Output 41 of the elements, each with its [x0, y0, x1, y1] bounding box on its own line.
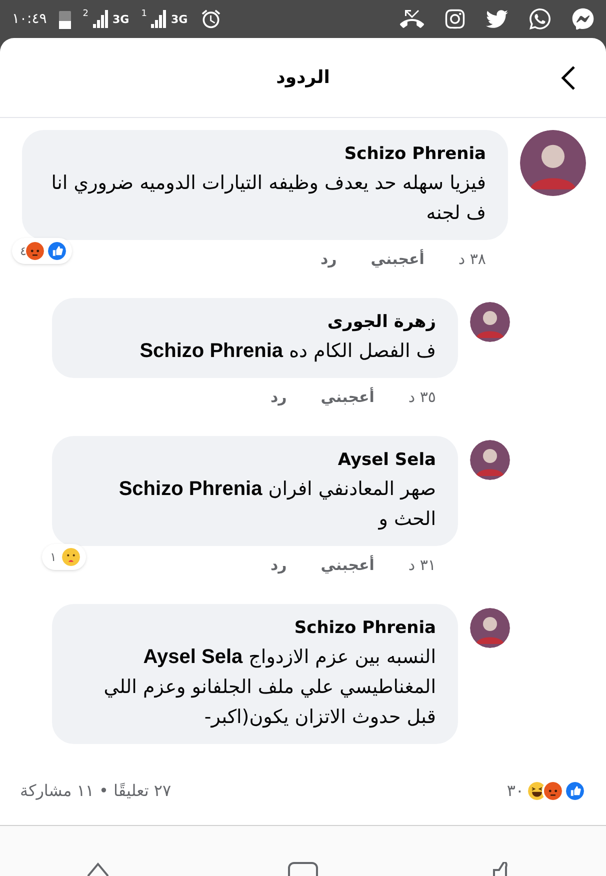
reaction-badge[interactable]: ١: [42, 544, 86, 570]
battery-icon: [58, 9, 71, 29]
comment-author[interactable]: Aysel Sela: [74, 448, 436, 474]
comment-author[interactable]: Schizo Phrenia: [44, 142, 486, 168]
reply-link[interactable]: رد: [320, 248, 337, 270]
reaction-badge[interactable]: ٤: [12, 238, 72, 264]
comment-time: ٣١ د: [408, 554, 436, 576]
like-link[interactable]: أعجبني: [320, 386, 374, 408]
avatar[interactable]: [520, 130, 586, 196]
network-type-label: 3G: [112, 14, 130, 24]
signal-icon: [92, 10, 109, 28]
avatar[interactable]: [470, 608, 510, 648]
post-stats[interactable]: ٢٧ تعليقًا • ١١ مشاركة: [20, 778, 172, 802]
missed-call-icon: [400, 7, 424, 31]
reaction-count: ١: [50, 548, 56, 566]
comment-time: ٣٨ د: [458, 248, 486, 270]
chat-bolt-icon: [572, 8, 594, 30]
network-type-label: 3G: [170, 14, 188, 24]
camera-icon: [444, 8, 466, 30]
reaction-count: ٤: [20, 242, 26, 260]
chat-phone-icon: [528, 7, 552, 31]
like-link[interactable]: أعجبني: [320, 554, 374, 576]
signal-icon: [150, 10, 167, 28]
sim-slot-label: 2: [82, 10, 89, 19]
comment-time: ٣٥ د: [408, 386, 436, 408]
reply-link[interactable]: رد: [270, 386, 287, 408]
reply-link[interactable]: رد: [270, 554, 287, 576]
alarm-icon: [200, 8, 222, 30]
back-icon: [561, 66, 575, 90]
comment-author[interactable]: Schizo Phrenia: [74, 616, 436, 642]
like-link[interactable]: أعجبني: [370, 248, 424, 270]
clock-time: ١٠:٤٩: [12, 10, 47, 28]
comment-text: فيزيا سهله حد يعدف وظيفه التيارات الدوميه ضروري انا ف لجنه: [50, 170, 486, 226]
bird-icon: [486, 8, 508, 30]
sim-slot-label: 1: [141, 10, 147, 19]
page-title: الردود: [276, 66, 330, 90]
avatar[interactable]: [470, 302, 510, 342]
speech-bubble-icon[interactable]: [287, 862, 320, 876]
comment-author[interactable]: زهرة الجورى: [74, 310, 436, 336]
reaction-total[interactable]: ٣٠: [506, 778, 524, 802]
avatar[interactable]: [470, 440, 510, 480]
